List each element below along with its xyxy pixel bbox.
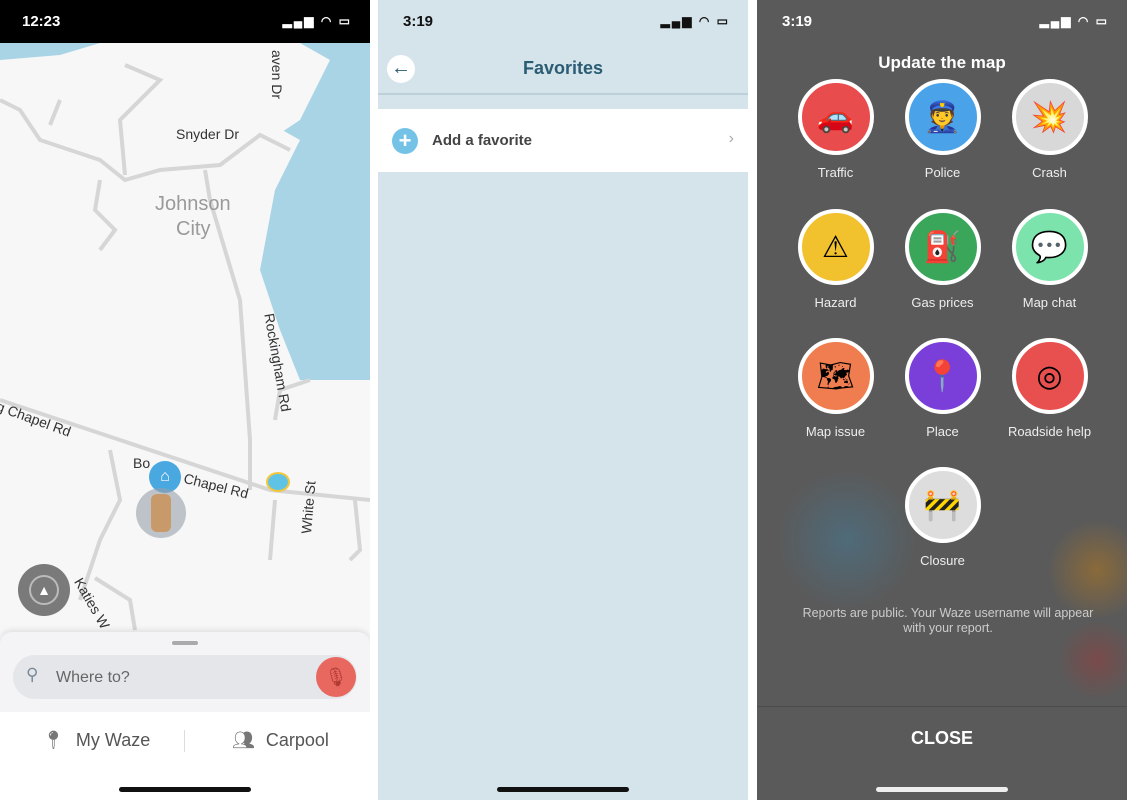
signal-wifi-battery-icon: ▂▄▆ ◠ ▭ [660, 14, 730, 28]
map-screen: 12:23 ▂▄▆ ◠ ▭ aven Dr Snyder Dr Johnson … [0, 0, 370, 800]
add-favorite-row[interactable]: + Add a favorite › [378, 109, 748, 172]
barrier-icon: 🚧 [904, 467, 981, 543]
footer-divider [757, 706, 1127, 707]
favorites-screen: 3:19 ▂▄▆ ◠ ▭ ← Favorites + Add a favorit… [378, 0, 748, 800]
status-time: 3:19 [782, 13, 813, 30]
report-option-label: Roadside help [1007, 424, 1092, 439]
home-indicator [119, 787, 251, 792]
carpool-button[interactable]: 👥︎ Carpool [232, 730, 329, 751]
map-issue-icon: 🗺 [797, 338, 874, 414]
report-option-traffic[interactable]: 🚗 Traffic [782, 79, 889, 180]
report-option-hazard[interactable]: ⚠ Hazard [782, 209, 889, 310]
report-option-label: Traffic [817, 165, 854, 180]
report-option-police[interactable]: 👮 Police [889, 79, 996, 180]
nav-divider [184, 730, 185, 752]
report-option-label: Crash [1032, 165, 1067, 180]
add-favorite-label: Add a favorite [432, 132, 533, 149]
gas-pump-icon: ⛽ [904, 209, 981, 285]
search-icon: ⚲ [26, 665, 39, 684]
report-option-label: Police [924, 165, 961, 180]
people-icon: 👥︎ [232, 730, 255, 750]
status-bar: 12:23 ▂▄▆ ◠ ▭ [0, 0, 370, 43]
microphone-button[interactable]: 🎙︎ [316, 657, 356, 697]
header-divider [378, 93, 748, 95]
drag-handle[interactable] [172, 641, 198, 645]
home-indicator [497, 787, 629, 792]
report-option-crash[interactable]: 💥 Crash [996, 79, 1103, 180]
report-option-label: Hazard [814, 295, 857, 310]
report-option-roadside-help[interactable]: ◎ Roadside help [996, 338, 1103, 439]
report-option-closure[interactable]: 🚧 Closure [889, 467, 996, 568]
home-indicator [876, 787, 1008, 792]
chat-bubble-icon: 💬 [1011, 209, 1088, 285]
report-option-map-issue[interactable]: 🗺 Map issue [782, 338, 889, 439]
bottom-sheet: ⚲ Where to? 🎙︎ 📍︎ My Waze 👥︎ Carpool [0, 632, 370, 800]
page-title: Update the map [878, 53, 1006, 72]
police-icon: 👮 [904, 79, 981, 155]
report-option-gas-prices[interactable]: ⛽ Gas prices [889, 209, 996, 310]
map-label-city: Johnson [155, 193, 231, 215]
page-title: Favorites [522, 58, 604, 78]
report-option-label: Map chat [1022, 295, 1077, 310]
traffic-icon: 🚗 [797, 79, 874, 155]
navigation-arrow-icon: ▲ [29, 575, 59, 605]
place-pin-icon: 📍 [904, 338, 981, 414]
report-option-place[interactable]: 📍 Place [889, 338, 996, 439]
report-screen: 3:19 ▂▄▆ ◠ ▭ Update the map 🚗 Traffic 👮 Pol… [757, 0, 1127, 800]
chevron-right-icon: › [728, 130, 734, 147]
location-pin-icon: 📍︎ [42, 730, 65, 750]
report-option-label: Gas prices [911, 295, 974, 310]
lifebuoy-icon: ◎ [1011, 338, 1088, 414]
bottom-nav: 📍︎ My Waze 👥︎ Carpool [0, 712, 370, 800]
close-button[interactable]: CLOSE [757, 728, 1127, 749]
my-waze-button[interactable]: 📍︎ My Waze [42, 730, 150, 751]
status-bar: 3:19 ▂▄▆ ◠ ▭ [378, 0, 748, 43]
status-bar: 3:19 ▂▄▆ ◠ ▭ [757, 0, 1127, 43]
search-placeholder: Where to? [56, 669, 130, 686]
map-label-snyder-dr: Snyder Dr [176, 126, 240, 142]
report-option-label: Closure [920, 553, 965, 568]
car-location-icon [136, 488, 186, 538]
wazer-icon[interactable] [266, 472, 290, 492]
map-label-city-2: City [176, 218, 211, 240]
hazard-icon: ⚠ [797, 209, 874, 285]
map-label-haven-dr: aven Dr [269, 50, 285, 100]
map-label-bo: Bo [133, 455, 151, 471]
my-waze-label: My Waze [75, 730, 151, 750]
report-option-label: Map issue [805, 424, 866, 439]
signal-wifi-battery-icon: ▂▄▆ ◠ ▭ [1039, 14, 1109, 28]
status-time: 12:23 [22, 13, 61, 30]
disclaimer: Reports are public. Your Waze username w… [802, 606, 1094, 635]
report-option-map-chat[interactable]: 💬 Map chat [996, 209, 1103, 310]
carpool-label: Carpool [265, 730, 329, 750]
recenter-button[interactable]: ▲ [18, 564, 70, 616]
search-input[interactable]: ⚲ Where to? 🎙︎ [13, 655, 357, 699]
status-time: 3:19 [403, 13, 434, 30]
report-option-label: Place [926, 424, 959, 439]
crash-icon: 💥 [1011, 79, 1088, 155]
signal-wifi-battery-icon: ▂▄▆ ◠ ▭ [282, 14, 352, 28]
plus-icon: + [392, 128, 418, 154]
